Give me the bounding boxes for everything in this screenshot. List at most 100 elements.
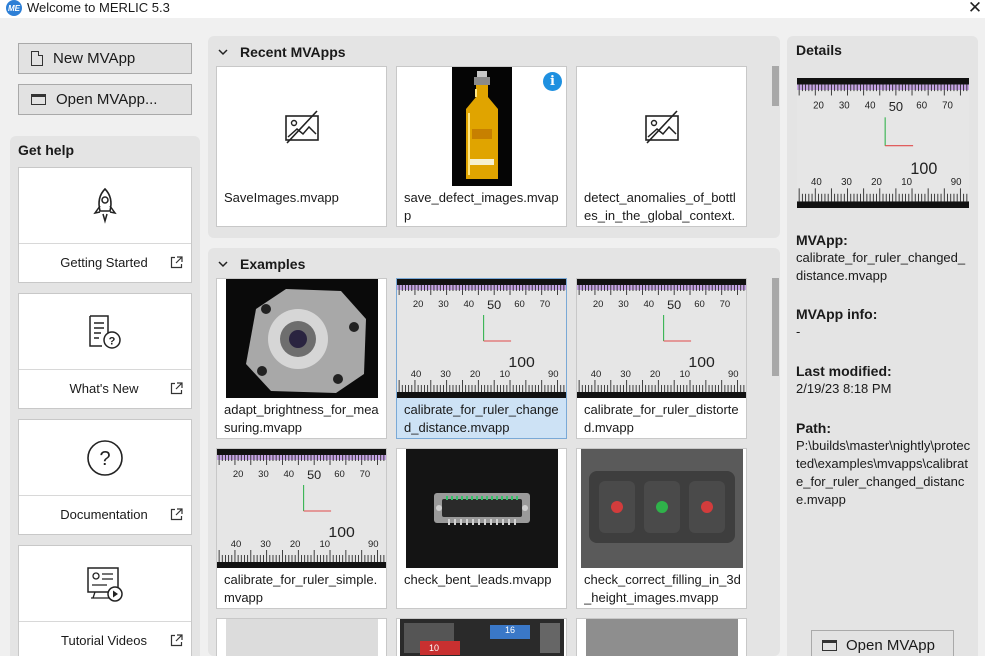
ruler-image: 20 30 40 50 60 7040 30 20 1010090	[217, 449, 386, 568]
svg-text:100: 100	[910, 160, 937, 178]
getting-started-label: Getting Started	[60, 255, 148, 270]
ruler-image: 20 30 40 50 60 7040 30 20 1010090	[577, 279, 746, 398]
example-tile[interactable]: 20 30 40 50 60 70 40 30 20 10 100 90 calibrate_for_…	[216, 448, 387, 609]
svg-text:30: 30	[839, 101, 850, 112]
documentation-card[interactable]: ? Documentation	[18, 419, 192, 535]
last-modified-value: 2/19/23 8:18 PM	[796, 381, 892, 396]
svg-text:50: 50	[667, 298, 681, 312]
recent-mvapps-title: Recent MVApps	[240, 44, 346, 60]
svg-text:30: 30	[620, 369, 631, 379]
svg-text:20: 20	[871, 177, 882, 188]
chevron-down-icon[interactable]	[218, 47, 228, 57]
example-tile[interactable]: 20 30 40 50 60 70 40 30 20 10 100 90 calibrate_for_…	[396, 278, 567, 439]
new-document-icon	[31, 51, 43, 66]
example-tile[interactable]: 16 10	[396, 618, 567, 656]
tutorial-videos-label: Tutorial Videos	[61, 633, 147, 648]
example-tile[interactable]: check_bent_leads.mvapp	[396, 448, 567, 609]
svg-text:20: 20	[650, 369, 661, 379]
close-icon[interactable]: ✕	[966, 0, 984, 16]
svg-text:70: 70	[360, 469, 371, 479]
svg-text:60: 60	[694, 299, 705, 309]
getting-started-card[interactable]: Getting Started	[18, 167, 192, 283]
examples-panel: Examples adapt_brightness_for_measuring.…	[208, 248, 780, 656]
svg-text:?: ?	[99, 448, 110, 470]
example-tile[interactable]: adapt_brightness_for_measuring.mvapp	[216, 278, 387, 439]
document-question-icon: ?	[89, 314, 121, 349]
svg-text:100: 100	[328, 524, 354, 541]
open-mvapp-button[interactable]: Open MVApp...	[18, 84, 192, 115]
example-tile-name: check_bent_leads.mvapp	[404, 572, 552, 587]
ruler-image: 20 30 40 50 60 7040 30 20 1010090	[397, 279, 566, 398]
rocket-icon	[93, 187, 117, 224]
svg-text:20: 20	[413, 299, 424, 309]
svg-text:70: 70	[720, 299, 731, 309]
height-image-thumbnail	[580, 449, 743, 568]
svg-text:90: 90	[728, 369, 739, 379]
video-tutorial-icon	[87, 566, 123, 602]
new-mvapp-button[interactable]: New MVApp	[18, 43, 192, 74]
example-tile-name: adapt_brightness_for_measuring.mvapp	[224, 402, 379, 435]
svg-text:40: 40	[284, 469, 295, 479]
new-mvapp-label: New MVApp	[53, 50, 136, 67]
svg-text:60: 60	[916, 101, 927, 112]
external-link-icon	[170, 634, 183, 647]
example-tile-name: calibrate_for_ruler_distorted.mvapp	[584, 402, 739, 435]
recent-tile[interactable]: i save_defect_images.mvapp	[396, 66, 567, 227]
svg-text:20: 20	[593, 299, 604, 309]
svg-text:100: 100	[688, 354, 714, 371]
gray-thumbnail	[225, 619, 378, 656]
info-badge-icon[interactable]: i	[543, 72, 562, 91]
example-tile-name: calibrate_for_ruler_simple.mvapp	[224, 572, 378, 605]
ruler-thumbnail: 20 30 40 50 60 70 40 30 20 10 100 90	[397, 279, 566, 398]
mvapp-info-value: -	[796, 324, 801, 339]
svg-text:90: 90	[548, 369, 559, 379]
svg-text:30: 30	[258, 469, 269, 479]
ruler-thumbnail: 20 30 40 50 60 70 40 30 20 10 100 90	[577, 279, 746, 398]
chevron-down-icon[interactable]	[218, 259, 228, 269]
svg-text:70: 70	[942, 101, 953, 112]
example-tile[interactable]: 20 30 40 50 60 70 40 30 20 10 100 90 calibrate_for_…	[576, 278, 747, 439]
merlic-logo-icon: ME	[6, 0, 22, 16]
connector-thumbnail	[405, 449, 558, 568]
recent-tile[interactable]: detect_anomalies_of_bottles_in_the_globa…	[576, 66, 747, 227]
folder-icon	[31, 94, 46, 105]
gray-thumbnail	[585, 619, 738, 656]
ruler-image: 20 30 40 50 60 7040 30 20 1010090	[797, 78, 969, 208]
whats-new-card[interactable]: ? What's New	[18, 293, 192, 409]
svg-text:?: ?	[109, 335, 116, 347]
details-preview: 20 30 40 50 60 70 40 30 20 10 100 90	[797, 78, 969, 208]
documentation-label: Documentation	[60, 507, 148, 522]
image-placeholder-icon	[644, 109, 679, 144]
folder-icon	[822, 639, 837, 651]
recent-tile[interactable]: SaveImages.mvapp	[216, 66, 387, 227]
svg-text:90: 90	[368, 539, 379, 549]
recent-scrollbar[interactable]	[772, 66, 779, 106]
examples-title: Examples	[240, 256, 306, 272]
ruler-thumbnail: 20 30 40 50 60 70 40 30 20 10 100 90	[217, 449, 386, 568]
last-modified-label: Last modified:	[796, 363, 892, 379]
get-help-title: Get help	[18, 142, 75, 158]
fuse-label: 10	[429, 643, 440, 653]
svg-text:40: 40	[811, 177, 822, 188]
svg-text:30: 30	[440, 369, 451, 379]
svg-text:30: 30	[438, 299, 449, 309]
fuse-label: 16	[505, 625, 516, 635]
mvapp-value: calibrate_for_ruler_changed_distance.mva…	[796, 250, 966, 283]
recent-tile-name: save_defect_images.mvapp	[404, 190, 559, 223]
svg-text:50: 50	[889, 99, 903, 114]
example-tile[interactable]: check_correct_filling_in_3d_height_image…	[576, 448, 747, 609]
examples-scrollbar[interactable]	[772, 278, 779, 376]
example-tile[interactable]	[216, 618, 387, 656]
open-mvapp-details-label: Open MVApp	[846, 636, 935, 654]
open-mvapp-details-button[interactable]: Open MVApp	[811, 630, 954, 656]
svg-text:60: 60	[514, 299, 525, 309]
title-bar: ME Welcome to MERLIC 5.3 ✕	[0, 0, 985, 18]
metal-part-thumbnail	[225, 279, 378, 398]
svg-text:30: 30	[618, 299, 629, 309]
tutorial-videos-card[interactable]: Tutorial Videos	[18, 545, 192, 656]
recent-tile-name: SaveImages.mvapp	[224, 190, 339, 205]
path-value: P:\builds\master\nightly\protected\examp…	[796, 438, 971, 507]
svg-text:100: 100	[508, 354, 534, 371]
example-tile[interactable]	[576, 618, 747, 656]
svg-text:70: 70	[540, 299, 551, 309]
